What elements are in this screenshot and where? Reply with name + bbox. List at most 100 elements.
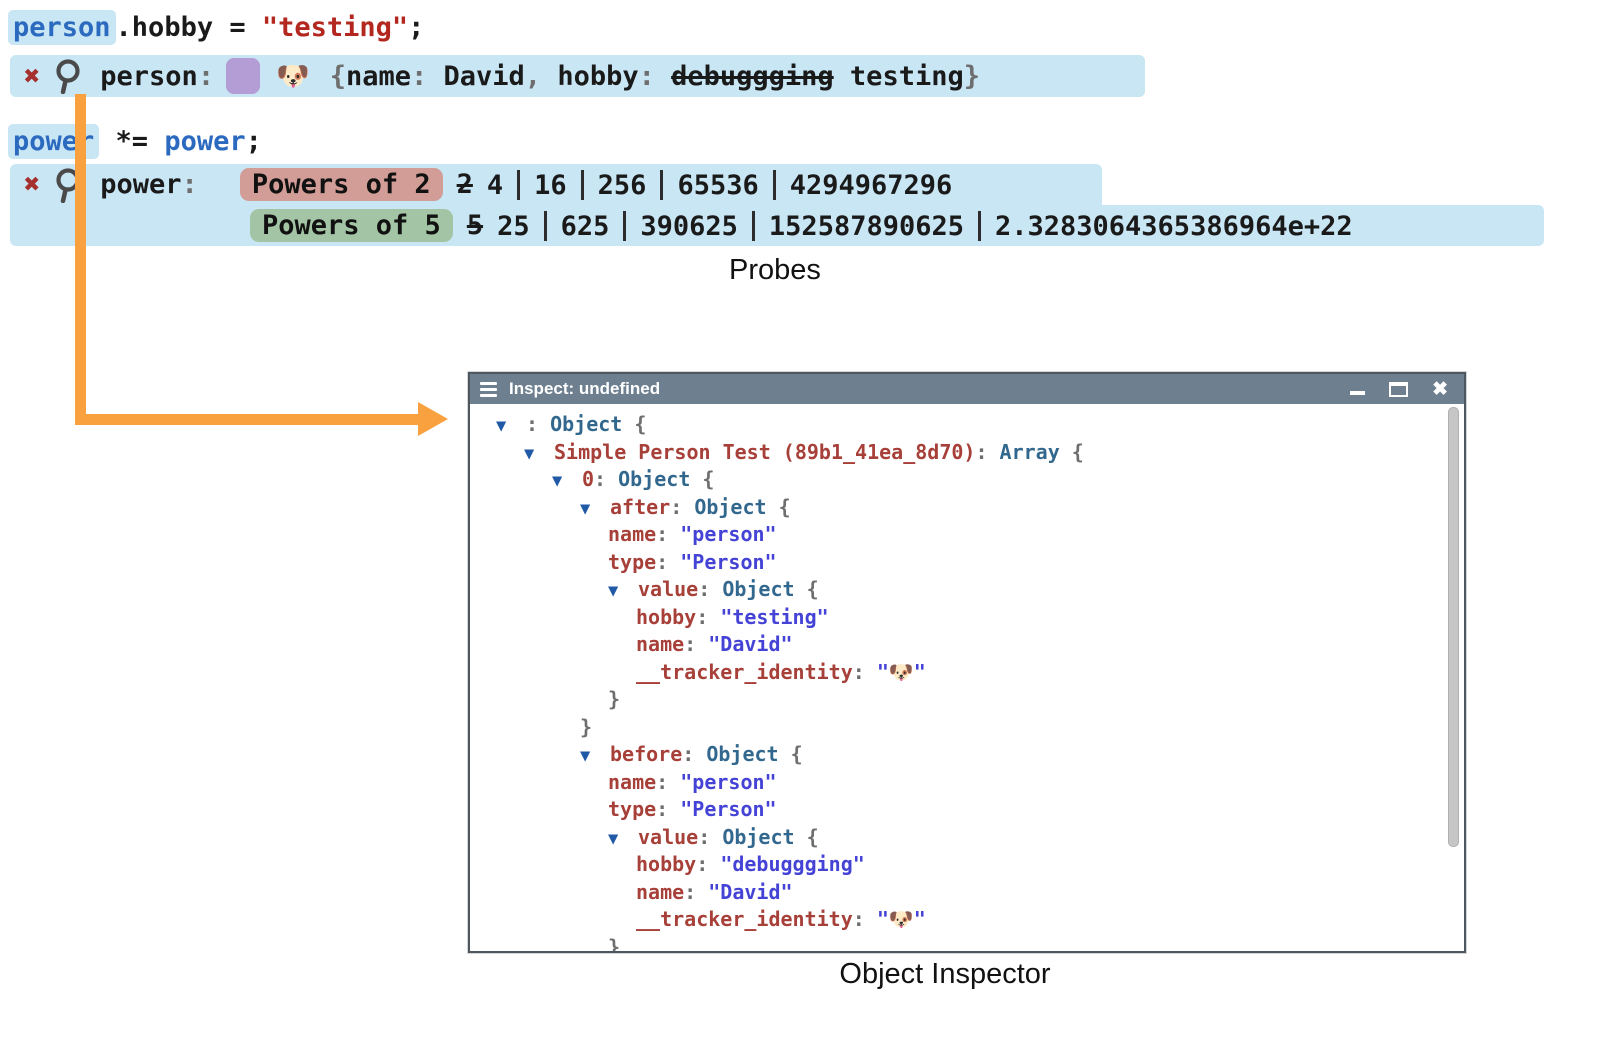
expand-triangle-icon[interactable]: ▼ xyxy=(608,826,638,854)
tree-line: name: "person" xyxy=(496,521,1464,549)
text-segment-var-hl: person xyxy=(8,10,116,45)
probe-value: 256 xyxy=(598,170,647,201)
series-chip-powers-of-5: Powers of 5 xyxy=(250,209,453,242)
probe-value: 625 xyxy=(561,211,610,242)
object-inspector-window: Inspect: undefined ✖ ▼: Object {▼Simple … xyxy=(468,372,1466,953)
screenshot-root: person.hobby = "testing"; ✖ person: 🐶 {n… xyxy=(0,0,1608,1038)
vertical-scrollbar[interactable] xyxy=(1448,407,1459,847)
value-separator xyxy=(581,170,584,200)
object-identity-swatch[interactable] xyxy=(226,58,260,94)
close-button[interactable]: ✖ xyxy=(1432,380,1448,399)
tree-line: } xyxy=(496,934,1464,952)
text-segment-key: type xyxy=(608,797,656,821)
probe-value: 25 xyxy=(497,211,530,242)
text-segment-punct: { xyxy=(622,412,646,436)
text-segment-type: Object xyxy=(706,742,778,766)
arrow-horizontal-line xyxy=(75,414,420,425)
text-segment-str: "🐶" xyxy=(877,660,926,684)
expand-triangle-icon[interactable]: ▼ xyxy=(580,496,610,524)
text-segment-key: __tracker_identity xyxy=(636,907,853,931)
text-segment-str: "person" xyxy=(680,770,776,794)
tree-line: ▼value: Object { xyxy=(496,824,1464,852)
tree-line: ▼before: Object { xyxy=(496,741,1464,769)
text-segment-type: Object xyxy=(722,577,794,601)
text-segment-punct: { xyxy=(767,495,791,519)
text-segment-punct: : xyxy=(698,577,722,601)
text-segment-plain: power xyxy=(100,169,181,200)
text-segment-punct: : xyxy=(656,550,680,574)
text-segment-punct: : xyxy=(639,61,672,92)
text-segment-punct: : xyxy=(853,907,877,931)
code-line-person: person.hobby = "testing"; xyxy=(8,12,424,43)
text-segment-str: "testing" xyxy=(720,605,828,629)
text-segment-punct: } xyxy=(608,687,620,711)
probes-caption: Probes xyxy=(470,254,1080,287)
text-segment-type: Object xyxy=(694,495,766,519)
text-segment-str: "David" xyxy=(708,880,792,904)
text-segment-punct: : xyxy=(696,852,720,876)
tree-line: name: "David" xyxy=(496,631,1464,659)
expand-triangle-icon[interactable]: ▼ xyxy=(496,413,526,441)
value-separator xyxy=(978,211,981,241)
text-segment-key: __tracker_identity xyxy=(636,660,853,684)
arrow-head xyxy=(418,402,448,436)
value-separator xyxy=(517,170,520,200)
text-segment-punct: } xyxy=(964,61,980,92)
probe-value: 2.3283064365386964e+22 xyxy=(995,211,1353,242)
close-probe-icon[interactable]: ✖ xyxy=(24,63,40,90)
tree-line: name: "David" xyxy=(496,879,1464,907)
text-segment-type: Object xyxy=(618,467,690,491)
text-segment-punct: : xyxy=(198,61,214,92)
text-segment-punct: { xyxy=(330,61,346,92)
text-segment-punct: : xyxy=(684,880,708,904)
text-segment-punct: , xyxy=(525,61,558,92)
probe-value-list: 416256655364294967296 xyxy=(487,169,952,201)
text-segment-plain: *= xyxy=(99,126,164,157)
text-segment-str: "David" xyxy=(708,632,792,656)
text-segment-punct: : xyxy=(698,825,722,849)
text-segment-punct: : xyxy=(696,605,720,629)
tree-line: ▼value: Object { xyxy=(496,576,1464,604)
probe-person: ✖ person: 🐶 {name: David, hobby: debuggg… xyxy=(10,55,1145,97)
text-segment-key: name xyxy=(636,632,684,656)
text-segment-key: name xyxy=(608,522,656,546)
maximize-button[interactable] xyxy=(1389,382,1408,397)
text-segment-key: hobby xyxy=(636,605,696,629)
probe-power-row-1: ✖ power: Powers of 2 2 41625665536429496… xyxy=(10,164,1102,205)
value-separator xyxy=(623,211,626,241)
menu-hamburger-icon[interactable] xyxy=(480,382,497,397)
text-segment-plain: name xyxy=(346,61,411,92)
expand-triangle-icon[interactable]: ▼ xyxy=(608,578,638,606)
text-segment-plain: testing xyxy=(834,61,964,92)
probe-variable-label: power: xyxy=(100,169,198,200)
tree-line: name: "person" xyxy=(496,769,1464,797)
text-segment-key: before xyxy=(610,742,682,766)
text-segment-string: "testing" xyxy=(262,12,408,43)
text-segment-punct: : xyxy=(975,440,999,464)
text-segment-punct: { xyxy=(779,742,803,766)
probe-power-row-2: Powers of 5 5 256253906251525878906252.3… xyxy=(10,205,1544,246)
text-segment-punct: } xyxy=(608,935,620,952)
text-segment-punct: { xyxy=(1060,440,1084,464)
text-segment-key: type xyxy=(608,550,656,574)
probe-value: 65536 xyxy=(677,170,758,201)
expand-triangle-icon[interactable]: ▼ xyxy=(580,743,610,771)
window-titlebar[interactable]: Inspect: undefined ✖ xyxy=(470,374,1464,404)
previous-value: 2 xyxy=(457,169,473,200)
dog-emoji-icon: 🐶 xyxy=(276,60,310,92)
tree-line: hobby: "testing" xyxy=(496,604,1464,632)
tree-line: hobby: "debuggging" xyxy=(496,851,1464,879)
probe-variable-label: person: xyxy=(100,61,214,92)
tree-line: __tracker_identity: "🐶" xyxy=(496,659,1464,687)
close-probe-icon[interactable]: ✖ xyxy=(24,171,40,198)
expand-triangle-icon[interactable]: ▼ xyxy=(552,468,582,496)
text-segment-plain: person xyxy=(100,61,198,92)
tree-line: type: "Person" xyxy=(496,549,1464,577)
inspect-magnifier-icon[interactable] xyxy=(52,58,82,94)
text-segment-strike: debuggging xyxy=(671,61,834,92)
text-segment-type: Array xyxy=(1000,440,1060,464)
value-separator xyxy=(660,170,663,200)
minimize-button[interactable] xyxy=(1350,391,1365,395)
expand-triangle-icon[interactable]: ▼ xyxy=(524,441,554,469)
text-segment-key: 0 xyxy=(582,467,594,491)
